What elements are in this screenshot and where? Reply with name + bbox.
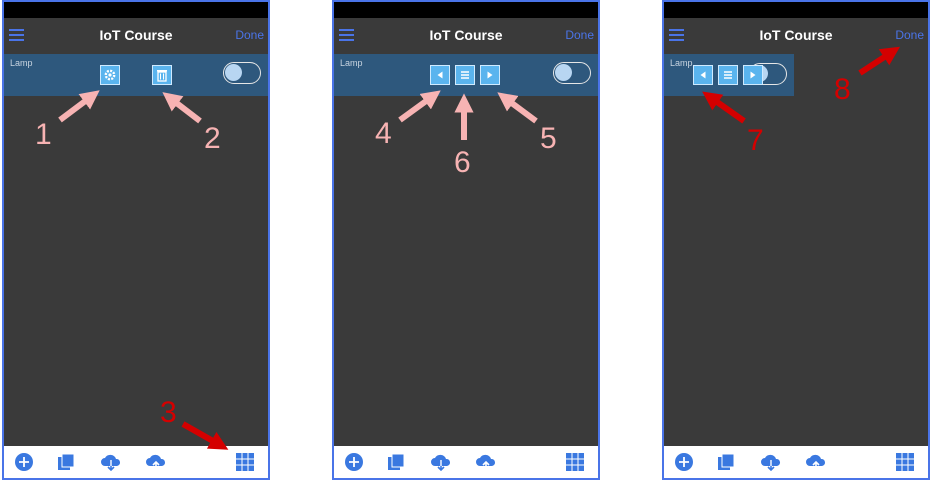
- annotation-1: 1: [35, 118, 52, 151]
- annotation-6: 6: [454, 146, 471, 179]
- arrow-4: [398, 90, 441, 123]
- annotation-2: 2: [204, 122, 221, 155]
- annotation-4: 4: [375, 117, 392, 150]
- annotation-5: 5: [540, 122, 557, 155]
- annotation-8: 8: [834, 73, 851, 106]
- annotation-3: 3: [160, 396, 177, 429]
- annotation-7: 7: [747, 124, 764, 157]
- arrow-8: [858, 46, 901, 76]
- arrow-3: [181, 421, 229, 450]
- arrow-5: [497, 92, 538, 124]
- annotation-arrows: [58, 46, 901, 450]
- arrow-1: [58, 90, 100, 123]
- arrow-2: [162, 92, 202, 124]
- arrow-7: [702, 91, 746, 124]
